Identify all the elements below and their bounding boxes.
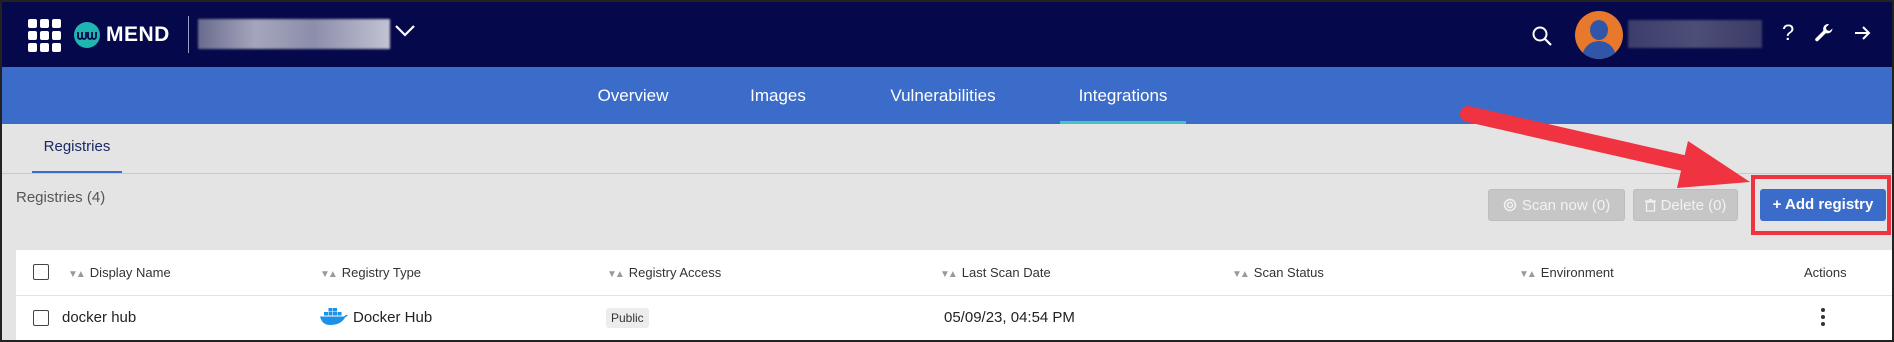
tab-images[interactable]: Images	[736, 67, 820, 124]
access-badge: Public	[606, 308, 649, 328]
scan-now-button[interactable]: Scan now (0)	[1488, 189, 1625, 221]
app-window: MEND ? Overview Images Vulnerabilities I…	[0, 0, 1894, 342]
scan-now-label: Scan now (0)	[1521, 197, 1611, 214]
sort-icon[interactable]: ▼▲	[68, 252, 86, 298]
search-icon[interactable]	[1532, 26, 1552, 46]
last-scan-date-cell: 05/09/23, 04:54 PM	[944, 309, 1075, 326]
annotation-highlight-box	[1751, 175, 1891, 235]
help-icon[interactable]: ?	[1782, 20, 1794, 46]
avatar[interactable]	[1575, 11, 1623, 59]
table-header: ▼▲ Display Name ▼▲ Registry Type ▼▲ Registr…	[16, 250, 1892, 296]
table-row[interactable]: docker hub Docker Hub Public 05/09/23, 0…	[16, 296, 1892, 340]
select-all-checkbox[interactable]	[33, 264, 49, 280]
brand-name: MEND	[106, 23, 170, 46]
mend-logo-icon	[74, 22, 100, 48]
delete-label: Delete (0)	[1660, 197, 1727, 214]
column-header-actions: Actions	[1804, 265, 1847, 280]
top-bar: MEND ?	[2, 2, 1892, 67]
sort-icon[interactable]: ▼▲	[1519, 252, 1537, 298]
sort-icon[interactable]: ▼▲	[320, 252, 338, 298]
tab-overview[interactable]: Overview	[588, 67, 678, 124]
registries-count: Registries (4)	[16, 189, 106, 206]
column-header-scan-status[interactable]: ▼▲ Scan Status	[1232, 250, 1324, 296]
tab-registries[interactable]: Registries	[32, 124, 122, 173]
wrench-icon[interactable]	[1814, 23, 1834, 43]
registry-access-cell: Public	[606, 296, 649, 340]
registries-table: ▼▲ Display Name ▼▲ Registry Type ▼▲ Registr…	[16, 250, 1892, 340]
column-header-registry-type[interactable]: ▼▲ Registry Type	[320, 250, 421, 296]
divider	[188, 16, 189, 53]
sort-icon[interactable]: ▼▲	[940, 252, 958, 298]
column-header-environment[interactable]: ▼▲ Environment	[1519, 250, 1614, 296]
trash-icon	[1644, 198, 1656, 212]
sort-icon[interactable]: ▼▲	[1232, 252, 1250, 298]
sub-nav: Registries	[2, 124, 1892, 174]
organization-selector[interactable]	[198, 19, 390, 49]
main-nav: Overview Images Vulnerabilities Integrat…	[2, 67, 1892, 124]
row-actions-menu-icon[interactable]	[1821, 308, 1825, 329]
logout-arrow-icon[interactable]	[1854, 25, 1872, 41]
tab-vulnerabilities[interactable]: Vulnerabilities	[878, 67, 1008, 124]
column-header-last-scan-date[interactable]: ▼▲ Last Scan Date	[940, 250, 1051, 296]
registry-type-cell: Docker Hub	[319, 296, 432, 340]
sort-icon[interactable]: ▼▲	[607, 252, 625, 298]
delete-button[interactable]: Delete (0)	[1633, 189, 1738, 221]
scan-icon	[1503, 198, 1517, 212]
user-name[interactable]	[1628, 20, 1762, 48]
chevron-down-icon[interactable]	[394, 24, 416, 38]
tab-integrations[interactable]: Integrations	[1060, 67, 1186, 124]
display-name-cell: docker hub	[62, 309, 137, 326]
column-header-registry-access[interactable]: ▼▲ Registry Access	[607, 250, 721, 296]
column-header-display-name[interactable]: ▼▲ Display Name	[68, 250, 171, 296]
registry-type-label: Docker Hub	[353, 309, 433, 326]
docker-whale-icon	[320, 308, 348, 325]
apps-grid-icon[interactable]	[28, 19, 62, 52]
row-checkbox[interactable]	[33, 310, 49, 326]
